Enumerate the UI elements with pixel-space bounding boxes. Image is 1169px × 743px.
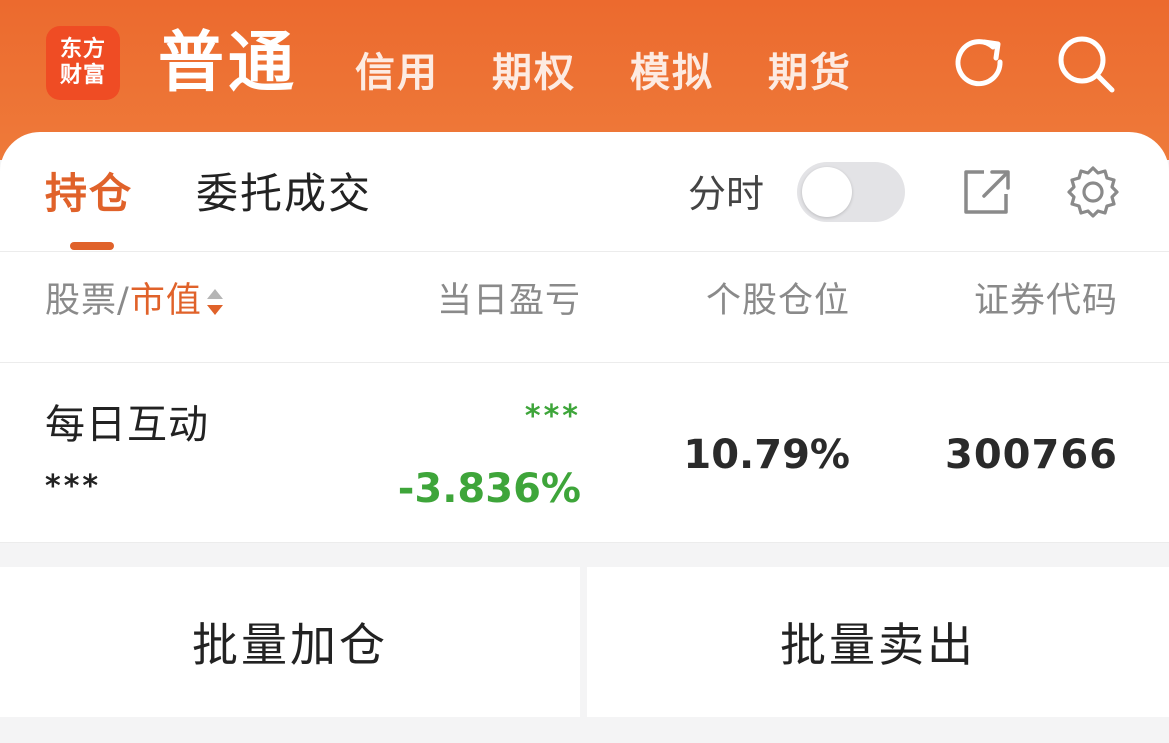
- app-screen: 东方 财富 普通 信用 期权 模拟 期货 持仓 委托成交 分时 股票/市值 当日…: [0, 0, 1169, 743]
- logo-text-line1: 东方: [59, 37, 106, 62]
- share-export-icon[interactable]: [960, 164, 1016, 220]
- tab-orders-trades[interactable]: 委托成交: [196, 168, 372, 220]
- tab-simulation[interactable]: 模拟: [630, 46, 714, 100]
- column-header-stock: 股票: [45, 281, 118, 321]
- divider: [0, 251, 1169, 252]
- position-ratio: 10.79%: [683, 432, 850, 478]
- divider: [0, 362, 1169, 363]
- toggle-knob: [802, 167, 852, 217]
- intraday-toggle[interactable]: [797, 162, 905, 222]
- active-tab-indicator: [70, 242, 114, 250]
- daily-pnl-amount: ***: [524, 399, 581, 434]
- refresh-icon[interactable]: [948, 32, 1012, 96]
- stock-name: 每日互动: [45, 402, 209, 448]
- logo-text-line2: 财富: [59, 63, 106, 88]
- batch-sell-button[interactable]: 批量卖出: [587, 567, 1169, 717]
- gear-icon[interactable]: [1065, 164, 1121, 220]
- intraday-toggle-label: 分时: [688, 172, 765, 216]
- tab-futures[interactable]: 期货: [768, 46, 852, 100]
- stock-market-value: ***: [45, 469, 102, 504]
- app-logo: 东方 财富: [46, 26, 120, 100]
- sort-icon: [206, 289, 223, 315]
- tab-options[interactable]: 期权: [492, 46, 576, 100]
- column-header-separator: /: [117, 281, 130, 321]
- column-header-daily-pnl[interactable]: 当日盈亏: [437, 278, 581, 324]
- tab-credit[interactable]: 信用: [355, 46, 439, 100]
- column-header-code[interactable]: 证券代码: [974, 278, 1118, 324]
- column-header-position-ratio[interactable]: 个股仓位: [706, 278, 850, 324]
- tab-normal[interactable]: 普通: [158, 20, 298, 106]
- daily-pnl-percent: -3.836%: [397, 466, 581, 512]
- batch-add-button[interactable]: 批量加仓: [0, 567, 580, 717]
- divider: [0, 542, 1169, 543]
- tab-holdings[interactable]: 持仓: [45, 168, 133, 220]
- column-header-market-value: 市值: [129, 281, 202, 321]
- column-header-stock-value[interactable]: 股票/市值: [45, 278, 226, 324]
- security-code: 300766: [945, 432, 1118, 478]
- search-icon[interactable]: [1054, 32, 1118, 96]
